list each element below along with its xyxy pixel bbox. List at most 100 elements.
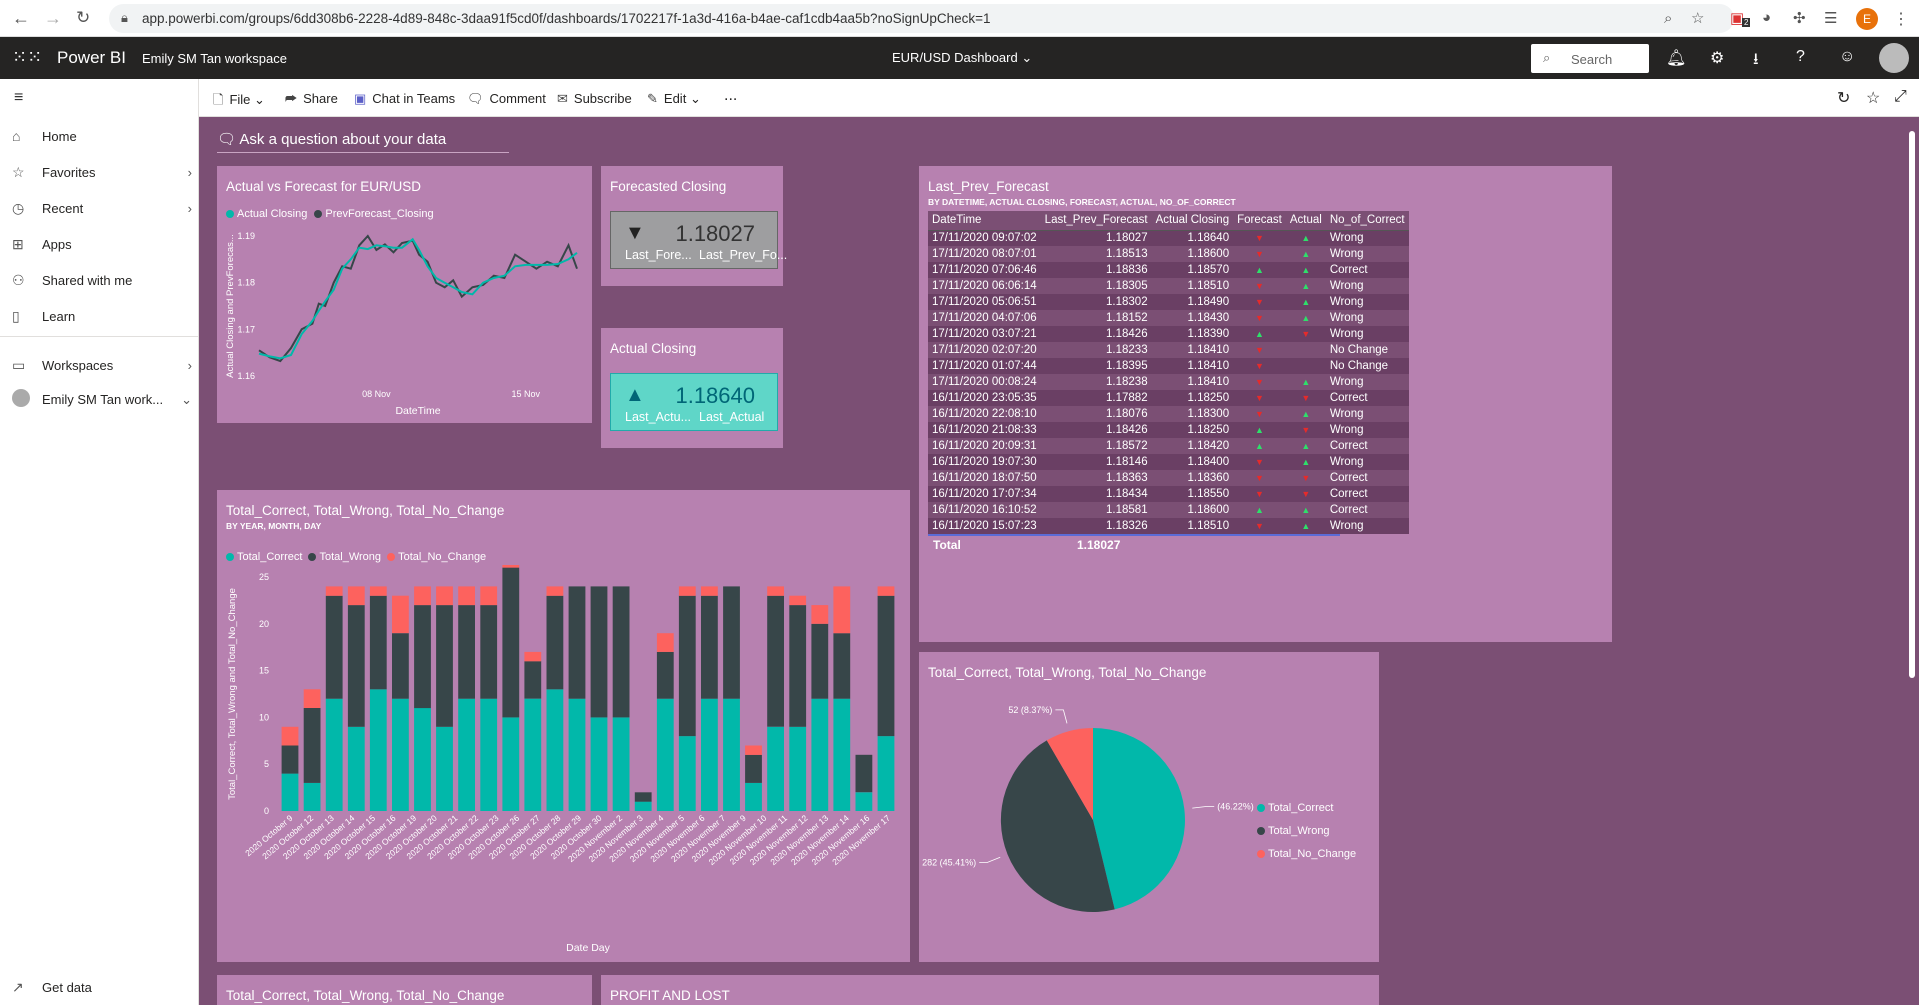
qa-box[interactable]: 🗨︎ Ask a question about your data	[217, 130, 446, 148]
tile-table[interactable]: Last_Prev_Forecast BY DATETIME, ACTUAL C…	[919, 166, 1612, 642]
tile-actual-card[interactable]: Actual Closing ▲ 1.18640 Last_Actu... La…	[601, 328, 783, 448]
menu-kebab-icon[interactable]: ⋮	[1893, 9, 1909, 29]
bar-segment	[480, 605, 498, 699]
tile-title: Total_Correct, Total_Wrong, Total_No_Cha…	[226, 503, 505, 518]
tile-title: Total_Correct, Total_Wrong, Total_No_Cha…	[226, 988, 505, 1003]
bar-segment	[281, 726, 299, 746]
up-triangle-icon: ▲	[1285, 502, 1326, 518]
zoom-icon[interactable]: ⌕	[1664, 10, 1672, 27]
bar-segment	[855, 792, 873, 811]
nav-workspaces[interactable]: ▭ Workspaces ›	[12, 357, 192, 374]
table-header-cell[interactable]: Actual Closing	[1151, 211, 1234, 231]
file-menu[interactable]: 🗋︎ File ⌄	[213, 91, 265, 113]
table-header-cell[interactable]: Actual	[1285, 211, 1326, 231]
table-header-cell[interactable]: DateTime	[928, 211, 1041, 231]
hamburger-icon[interactable]: ≡	[14, 89, 23, 107]
app-name[interactable]: Power BI	[57, 48, 126, 68]
profile-avatar[interactable]: E	[1856, 8, 1878, 30]
tile-line-chart[interactable]: Actual vs Forecast for EUR/USD Actual Cl…	[217, 166, 592, 423]
edit-menu[interactable]: ✎ Edit ⌄	[647, 91, 701, 107]
help-icon[interactable]: ?	[1796, 48, 1805, 66]
table-row[interactable]: 16/11/2020 20:09:31 1.18572 1.18420 ▲ ▲ Corre…	[928, 438, 1409, 454]
search-input[interactable]: Search	[1571, 52, 1612, 67]
table-cell: No Change	[1325, 358, 1409, 374]
download-icon[interactable]: ⭳	[1753, 48, 1759, 75]
user-avatar[interactable]	[1879, 43, 1909, 73]
kpi-value: 1.18640	[675, 383, 755, 408]
nav-favorites[interactable]: ☆ Favorites ›	[12, 164, 192, 181]
table-row[interactable]: 17/11/2020 09:07:02 1.18027 1.18640 ▼ ▲ Wrong	[928, 230, 1409, 246]
fullscreen-icon[interactable]: ⤢	[1894, 88, 1907, 106]
refresh-icon[interactable]: ↻	[1837, 88, 1850, 108]
nav-home-label: Home	[42, 128, 77, 144]
reading-list-icon[interactable]: ☰	[1824, 9, 1837, 27]
tile-forecast-card[interactable]: Forecasted Closing ▼ 1.18027 Last_Fore..…	[601, 166, 787, 286]
table-row[interactable]: 16/11/2020 15:07:23 1.18326 1.18510 ▼ ▲ Wrong	[928, 518, 1409, 534]
subscribe-button[interactable]: ✉ Subscribe	[557, 91, 632, 107]
down-triangle-icon: ▼	[1233, 342, 1286, 358]
puzzle-icon[interactable]: ✣	[1793, 9, 1806, 27]
teams-button[interactable]: ▣ Chat in Teams	[354, 91, 455, 107]
tile-title: Last_Prev_Forecast	[928, 179, 1049, 194]
legend-label: Total_No_Change	[1268, 848, 1357, 860]
table-row[interactable]: 17/11/2020 06:06:14 1.18305 1.18510 ▼ ▲ Wrong	[928, 278, 1409, 294]
workspace-name[interactable]: Emily SM Tan workspace	[142, 51, 287, 66]
table-row[interactable]: 16/11/2020 19:07:30 1.18146 1.18400 ▼ ▲ Wrong	[928, 454, 1409, 470]
share-button[interactable]: ⮫ Share	[285, 91, 338, 107]
favorite-star-icon[interactable]: ☆	[1866, 88, 1880, 108]
dashboard-title[interactable]: EUR/USD Dashboard ⌄	[892, 50, 1032, 66]
comment-button[interactable]: 🗨︎ Comment	[467, 91, 546, 107]
table-header-cell[interactable]: No_of_Correct	[1325, 211, 1409, 231]
table-row[interactable]: 16/11/2020 17:07:34 1.18434 1.18550 ▼ ▼ Corre…	[928, 486, 1409, 502]
circle-extension-icon[interactable]: ◕	[1762, 9, 1771, 26]
nav-home[interactable]: ⌂ Home	[12, 128, 192, 144]
table-cell: 17/11/2020 02:07:20	[928, 342, 1041, 358]
table-row[interactable]: 16/11/2020 18:07:50 1.18363 1.18360 ▼ ▼ Corre…	[928, 470, 1409, 486]
table-row[interactable]: 16/11/2020 23:05:35 1.17882 1.18250 ▼ ▼ Corre…	[928, 390, 1409, 406]
gear-icon[interactable]: ⚙	[1710, 48, 1724, 68]
browser-bar: ← → ↻ 🔒︎ app.powerbi.com/groups/6dd308b6…	[0, 0, 1919, 37]
bar-segment	[767, 586, 784, 596]
scrollbar-thumb[interactable]	[1909, 131, 1915, 678]
table-row[interactable]: 17/11/2020 05:06:51 1.18302 1.18490 ▼ ▲ Wrong	[928, 294, 1409, 310]
table-row[interactable]: 17/11/2020 03:07:21 1.18426 1.18390 ▲ ▼ Wrong	[928, 326, 1409, 342]
feedback-smiley-icon[interactable]: ☺	[1839, 48, 1855, 66]
waffle-icon[interactable]: ⁙⁙	[12, 47, 42, 68]
tile-bottom-left[interactable]: Total_Correct, Total_Wrong, Total_No_Cha…	[217, 975, 592, 1005]
nav-recent[interactable]: ◷ Recent ›	[12, 200, 192, 217]
table-row[interactable]: 17/11/2020 07:06:46 1.18836 1.18570 ▲ ▲ Corre…	[928, 262, 1409, 278]
tile-pie-chart[interactable]: Total_Correct, Total_Wrong, Total_No_Cha…	[919, 652, 1379, 962]
table-header-cell[interactable]: Last_Prev_Forecast	[1040, 211, 1152, 231]
table-row[interactable]: 16/11/2020 21:08:33 1.18426 1.18250 ▲ ▼ Wrong	[928, 422, 1409, 438]
more-options-icon[interactable]: ...	[724, 87, 737, 105]
table-header-cell[interactable]: Forecast	[1233, 211, 1286, 231]
table-row[interactable]: 17/11/2020 04:07:06 1.18152 1.18430 ▼ ▲ Wrong	[928, 310, 1409, 326]
table-cell: 16/11/2020 23:05:35	[928, 390, 1041, 406]
up-triangle-icon: ▲	[1233, 438, 1286, 454]
table-row[interactable]: 17/11/2020 08:07:01 1.18513 1.18600 ▼ ▲ Wrong	[928, 246, 1409, 262]
back-icon[interactable]: ←	[12, 8, 30, 29]
nav-shared[interactable]: ⚇ Shared with me	[12, 272, 192, 289]
table-row[interactable]: 16/11/2020 22:08:10 1.18076 1.18300 ▼ ▲ Wrong	[928, 406, 1409, 422]
table-row[interactable]: 17/11/2020 02:07:20 1.18233 1.18410 ▼ No Cha…	[928, 342, 1409, 358]
nav-learn[interactable]: ▯ Learn	[12, 308, 192, 325]
bar-segment	[877, 586, 895, 596]
search-box[interactable]: ⌕ Search	[1531, 44, 1649, 73]
bookmark-star-icon[interactable]: ☆	[1691, 9, 1704, 27]
chevron-right-icon: ›	[187, 165, 192, 180]
bar-segment	[480, 586, 498, 606]
tile-stacked-bar-chart[interactable]: Total_Correct, Total_Wrong, Total_No_Cha…	[217, 490, 910, 962]
tile-profit-and-lost[interactable]: PROFIT AND LOST	[601, 975, 1379, 1005]
table-row[interactable]: 16/11/2020 16:10:52 1.18581 1.18600 ▲ ▲ Corre…	[928, 502, 1409, 518]
nav-current-workspace[interactable]: Emily SM Tan work... ⌄	[12, 389, 192, 410]
table-row[interactable]: 17/11/2020 01:07:44 1.18395 1.18410 ▼ No Cha…	[928, 358, 1409, 374]
table-row[interactable]: 17/11/2020 00:08:24 1.18238 1.18410 ▼ ▲ Wrong	[928, 374, 1409, 390]
get-data-button[interactable]: ↗ Get data	[12, 979, 192, 996]
down-triangle-icon: ▼	[1233, 246, 1286, 262]
bell-icon[interactable]: 🔔︎	[1666, 48, 1686, 68]
address-bar[interactable]: 🔒︎ app.powerbi.com/groups/6dd308b6-2228-…	[109, 4, 1734, 33]
table-cell: 1.18600	[1151, 246, 1234, 262]
nav-apps[interactable]: ⊞ Apps	[12, 236, 192, 253]
reload-icon[interactable]: ↻	[76, 8, 90, 28]
forward-icon[interactable]: →	[44, 8, 62, 29]
